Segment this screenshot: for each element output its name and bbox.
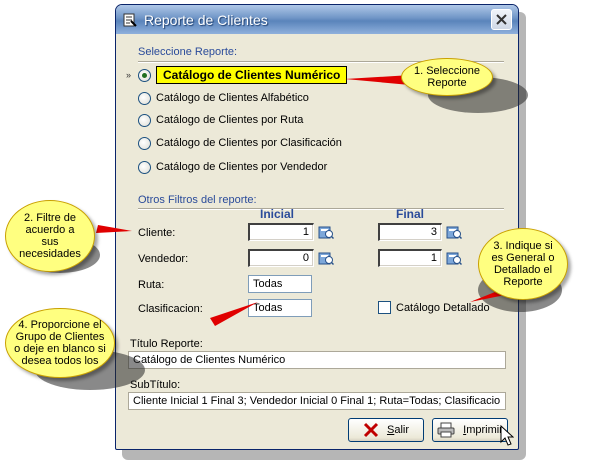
- report-option-alfabetico[interactable]: Catálogo de Clientes Alfabético: [138, 89, 309, 107]
- subtitulo-input[interactable]: Cliente Inicial 1 Final 3; Vendedor Inic…: [128, 392, 506, 410]
- report-option-label: Catálogo de Clientes por Ruta: [156, 114, 304, 126]
- report-option-label: Catálogo de Clientes por Vendedor: [156, 161, 328, 173]
- clasificacion-input[interactable]: Todas: [248, 299, 312, 317]
- titulo-label: Título Reporte:: [130, 338, 203, 350]
- salir-label: Salir: [386, 424, 409, 436]
- report-option-label: Catálogo de Clientes Alfabético: [156, 92, 309, 104]
- col-initial-header: Inicial: [260, 207, 295, 221]
- current-row-marker: »: [126, 70, 132, 80]
- lookup-icon: [318, 252, 334, 266]
- cliente-initial-lookup-button[interactable]: [318, 224, 334, 240]
- window-title: Reporte de Clientes: [144, 11, 268, 28]
- ruta-input[interactable]: Todas: [248, 275, 312, 293]
- clasificacion-label: Clasificacion:: [138, 303, 203, 315]
- callout-1-bubble: 1. Seleccione Reporte: [401, 58, 493, 96]
- callout-4-bubble: 4. Proporcione el Grupo de Clientes o de…: [5, 308, 115, 378]
- detallado-checkbox[interactable]: [378, 301, 391, 314]
- salir-button[interactable]: Salir: [348, 418, 424, 442]
- close-button[interactable]: [491, 9, 512, 30]
- vendedor-final-lookup-button[interactable]: [446, 250, 462, 266]
- vendedor-initial-lookup-button[interactable]: [318, 250, 334, 266]
- titlebar[interactable]: Reporte de Clientes: [116, 5, 518, 34]
- callout-3-bubble: 3. Indique si es General o Detallado el …: [478, 228, 568, 300]
- imprimir-label: Imprimir: [463, 424, 503, 436]
- cliente-initial-input[interactable]: 1: [248, 223, 314, 241]
- mouse-cursor-icon: [500, 425, 514, 446]
- report-option-vendedor[interactable]: Catálogo de Clientes por Vendedor: [138, 158, 327, 176]
- detallado-checkbox-row[interactable]: Catálogo Detallado: [378, 301, 490, 314]
- report-option-label: Catálogo de Clientes por Clasificación: [156, 137, 342, 149]
- exit-x-icon: [363, 422, 379, 438]
- radio-button[interactable]: [138, 91, 151, 105]
- imprimir-button[interactable]: Imprimir: [432, 418, 508, 442]
- ruta-label: Ruta:: [138, 279, 165, 291]
- cliente-final-input[interactable]: 3: [378, 223, 442, 241]
- lookup-icon: [446, 226, 462, 240]
- titulo-input[interactable]: Catálogo de Clientes Numérico: [128, 351, 506, 369]
- radio-button[interactable]: [138, 160, 151, 174]
- divider: [138, 208, 504, 210]
- callout-2-bubble: 2. Filtre de acuerdo a sus necesidades: [5, 200, 95, 272]
- vendedor-final-input[interactable]: 1: [378, 249, 442, 267]
- printer-icon: [437, 422, 455, 438]
- subtitulo-label: SubTítulo:: [130, 379, 181, 391]
- lookup-icon: [446, 252, 462, 266]
- radio-button[interactable]: [138, 68, 151, 82]
- report-option-clasificacion[interactable]: Catálogo de Clientes por Clasificación: [138, 134, 342, 152]
- detallado-label: Catálogo Detallado: [396, 301, 490, 314]
- col-final-header: Final: [396, 207, 425, 221]
- report-section-label: Seleccione Reporte:: [138, 46, 238, 58]
- close-icon: [496, 14, 507, 25]
- cliente-label: Cliente:: [138, 227, 176, 239]
- filters-section-label: Otros Filtros del reporte:: [138, 194, 257, 206]
- radio-button[interactable]: [138, 136, 151, 150]
- report-option-ruta[interactable]: Catálogo de Clientes por Ruta: [138, 111, 303, 129]
- report-app-icon: [122, 12, 138, 28]
- vendedor-initial-input[interactable]: 0: [248, 249, 314, 267]
- report-option-numerico[interactable]: Catálogo de Clientes Numérico: [138, 66, 348, 84]
- radio-button[interactable]: [138, 113, 151, 127]
- report-option-label: Catálogo de Clientes Numérico: [156, 66, 348, 84]
- vendedor-label: Vendedor:: [138, 253, 189, 265]
- cliente-final-lookup-button[interactable]: [446, 224, 462, 240]
- lookup-icon: [318, 226, 334, 240]
